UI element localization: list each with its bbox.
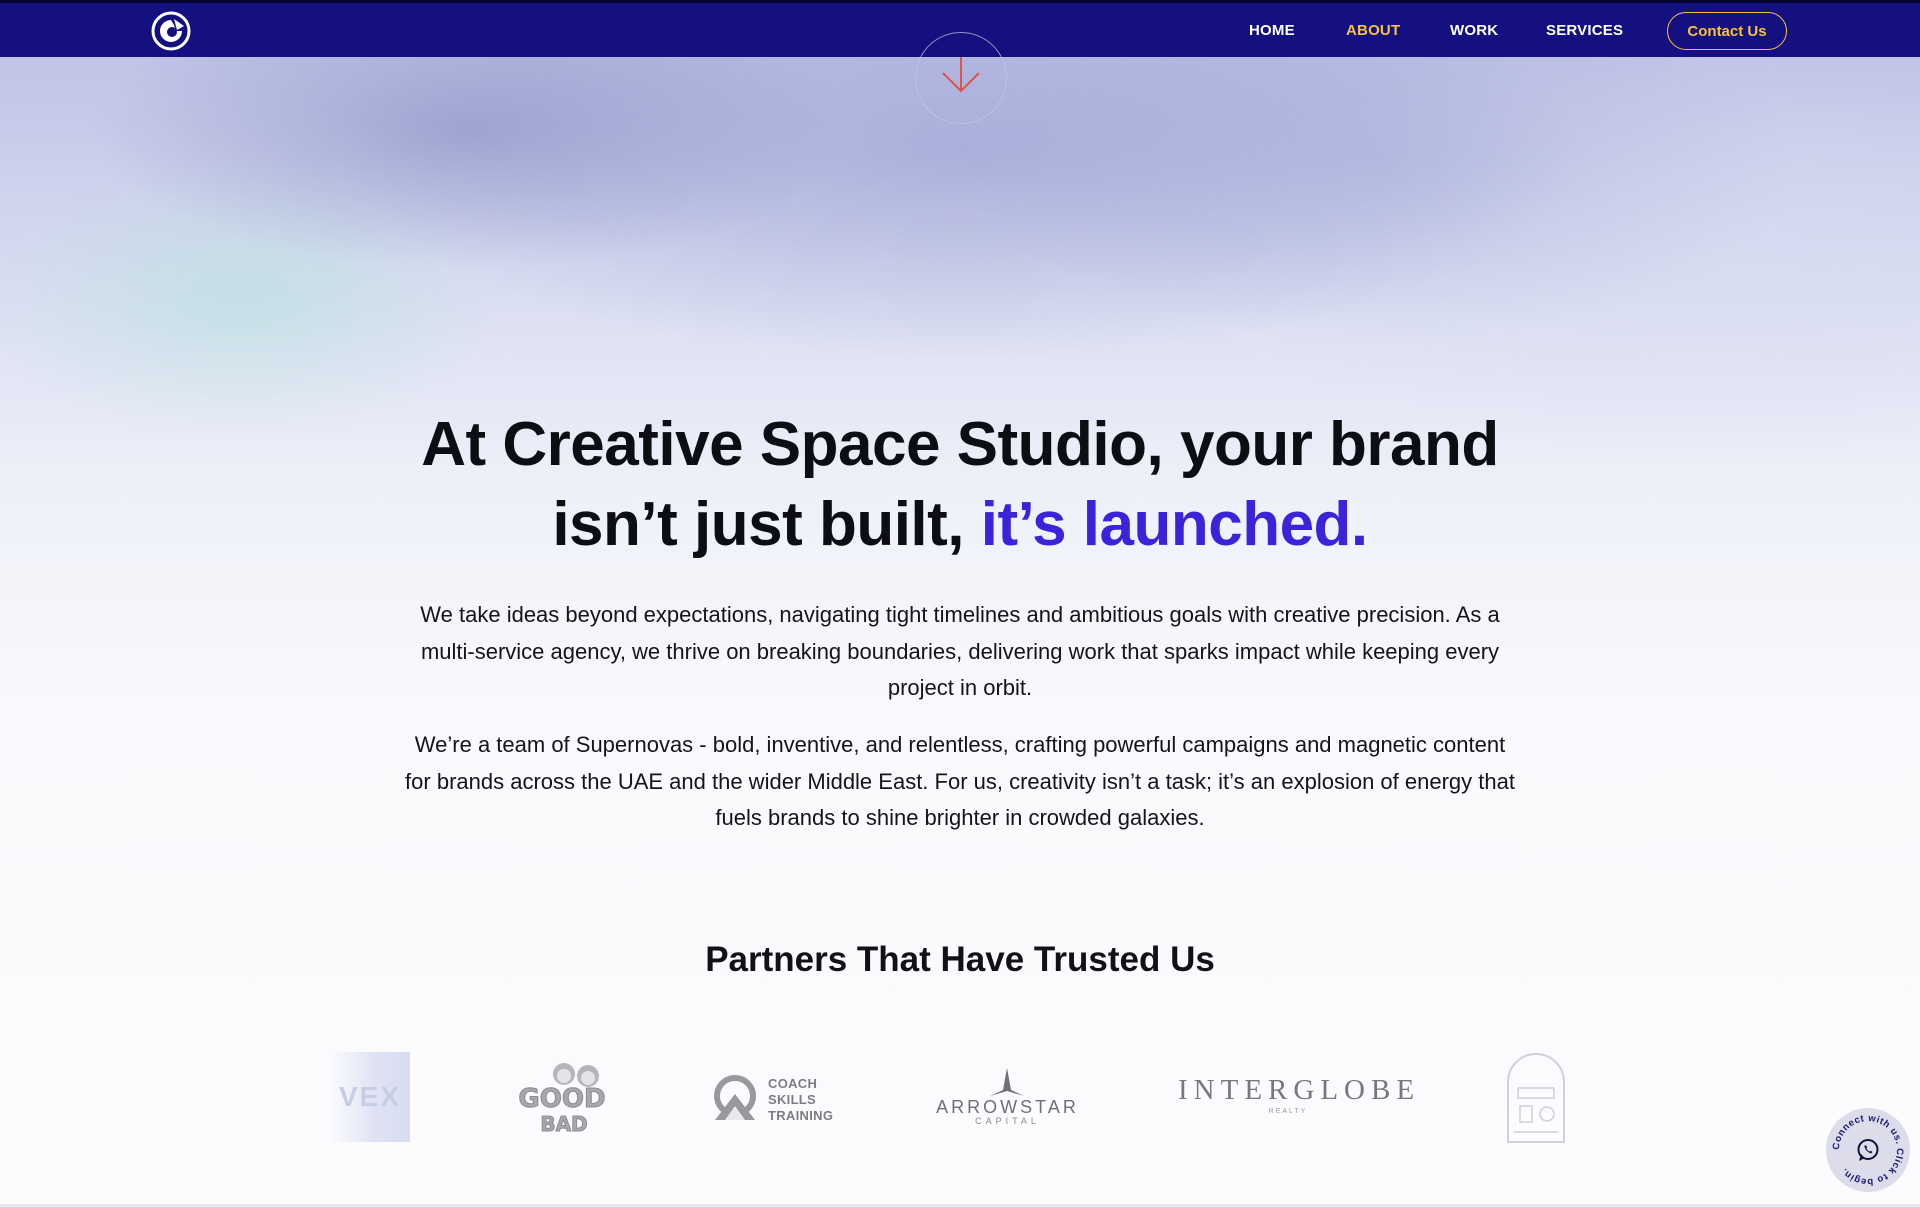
headline-line2: isn’t just built, — [552, 490, 965, 559]
arrowstar-icon — [990, 1068, 1024, 1096]
partner-logo-cafe-emblem — [1507, 1053, 1565, 1143]
coach-line-2: SKILLS — [768, 1092, 817, 1107]
coach-line-1: COACH — [768, 1076, 818, 1091]
good-text: GOOD — [518, 1084, 605, 1114]
interglobe-name: INTERGLOBE — [1178, 1074, 1421, 1106]
nav-services[interactable]: SERVICES — [1546, 22, 1623, 39]
whatsapp-connect-badge[interactable]: Connect with us. Click to begin. — [1826, 1108, 1910, 1192]
partners-title: Partners That Have Trusted Us — [705, 940, 1215, 979]
coach-line-3: TRAINING — [768, 1108, 834, 1123]
arrowstar-name: ARROWSTAR — [936, 1097, 1079, 1117]
bad-text: BAD — [540, 1112, 587, 1136]
headline-accent: it’s launched. — [980, 490, 1368, 559]
astronaut-helmet-icon[interactable] — [150, 10, 192, 52]
hero-headline: At Creative Space Studio, your brand isn… — [360, 405, 1560, 565]
partner-logo-good-bad-day: GOOD BAD — [518, 1063, 606, 1137]
nav-work[interactable]: WORK — [1450, 22, 1498, 39]
headline-line1: At Creative Space Studio, your brand — [421, 410, 1499, 479]
arrowstar-subtitle: CAPITAL — [975, 1116, 1040, 1126]
interglobe-subtitle: REALTY — [1268, 1108, 1308, 1115]
vex-logo-text: VEX — [338, 1081, 402, 1112]
nav-about[interactable]: ABOUT — [1346, 22, 1400, 39]
team-paragraph: We’re a team of Supernovas - bold, inven… — [405, 732, 1515, 830]
partner-logo-vex: VEX — [330, 1052, 410, 1142]
whatsapp-icon — [1857, 1139, 1879, 1161]
coach-skills-emblem-icon — [714, 1075, 756, 1120]
intro-paragraph: We take ideas beyond expectations, navig… — [420, 602, 1500, 700]
nav-home[interactable]: HOME — [1249, 22, 1295, 39]
contact-us-button[interactable]: Contact Us — [1667, 12, 1787, 50]
arrow-down-icon — [942, 57, 980, 93]
